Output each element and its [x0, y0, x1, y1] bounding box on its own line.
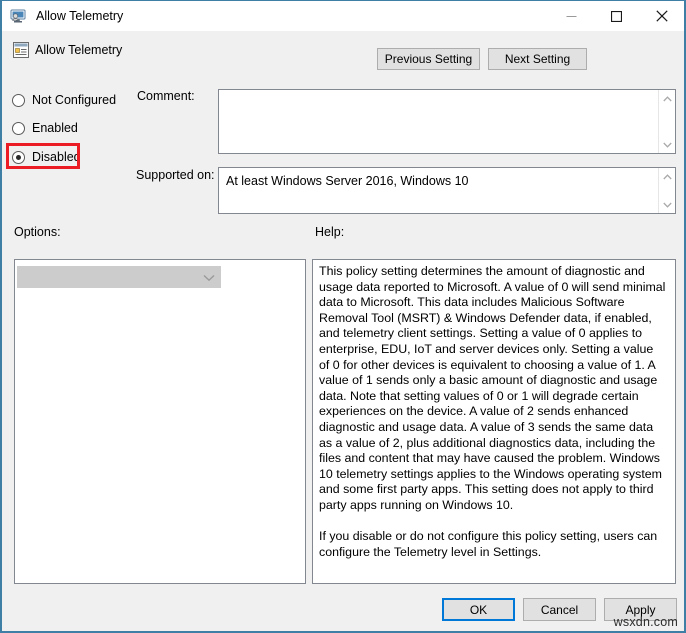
- next-setting-button[interactable]: Next Setting: [488, 48, 587, 70]
- radio-mark-disabled: [12, 150, 25, 164]
- ok-button[interactable]: OK: [442, 598, 515, 621]
- supported-on-scrollbar[interactable]: [658, 168, 675, 213]
- supported-scroll-up-button[interactable]: [659, 168, 676, 185]
- chevron-up-icon: [663, 95, 672, 101]
- close-button[interactable]: [639, 1, 684, 31]
- radio-enabled[interactable]: Enabled: [12, 118, 78, 138]
- close-icon: [655, 10, 668, 22]
- radio-not-configured[interactable]: Not Configured: [12, 90, 116, 110]
- help-text: This policy setting determines the amoun…: [319, 264, 666, 559]
- help-label: Help:: [315, 225, 345, 239]
- radio-label-not-configured: Not Configured: [32, 93, 117, 107]
- policy-setting-icon: [12, 41, 30, 59]
- radio-label-disabled: Disabled: [32, 150, 81, 164]
- radio-mark-enabled: [12, 121, 25, 135]
- help-panel[interactable]: This policy setting determines the amoun…: [312, 259, 676, 584]
- options-label: Options:: [14, 225, 61, 239]
- maximize-button[interactable]: [594, 1, 639, 31]
- comment-scroll-up-button[interactable]: [659, 90, 676, 107]
- supported-scroll-down-button[interactable]: [659, 196, 676, 213]
- supported-on-input[interactable]: At least Windows Server 2016, Windows 10: [218, 167, 676, 214]
- options-panel: [14, 259, 306, 584]
- chevron-down-icon: [663, 142, 672, 148]
- comment-input[interactable]: [218, 89, 676, 154]
- minimize-icon: [566, 15, 577, 17]
- chevron-down-icon: [203, 271, 215, 285]
- radio-mark-not-configured: [12, 93, 25, 107]
- cancel-button[interactable]: Cancel: [523, 598, 596, 621]
- comment-label: Comment:: [137, 89, 195, 103]
- title-bar: Allow Telemetry: [2, 1, 684, 31]
- maximize-icon: [611, 10, 622, 22]
- radio-disabled[interactable]: Disabled: [12, 147, 81, 167]
- supported-on-label: Supported on:: [136, 168, 215, 182]
- chevron-down-icon: [663, 202, 672, 208]
- supported-on-value: At least Windows Server 2016, Windows 10: [226, 174, 469, 188]
- comment-scrollbar[interactable]: [658, 90, 675, 153]
- watermark: wsxdn.com: [613, 615, 678, 629]
- radio-label-enabled: Enabled: [32, 121, 78, 135]
- policy-name-label: Allow Telemetry: [35, 43, 123, 57]
- computer-policy-icon: [10, 7, 28, 25]
- allow-telemetry-dialog: Allow Telemetry Allow Telemetry Previous…: [0, 0, 686, 633]
- caption-buttons: [549, 1, 684, 31]
- previous-setting-button[interactable]: Previous Setting: [377, 48, 480, 70]
- telemetry-level-dropdown: [17, 266, 221, 288]
- comment-scroll-down-button[interactable]: [659, 136, 676, 153]
- window-title: Allow Telemetry: [36, 9, 124, 23]
- chevron-up-icon: [663, 173, 672, 179]
- minimize-button[interactable]: [549, 1, 594, 31]
